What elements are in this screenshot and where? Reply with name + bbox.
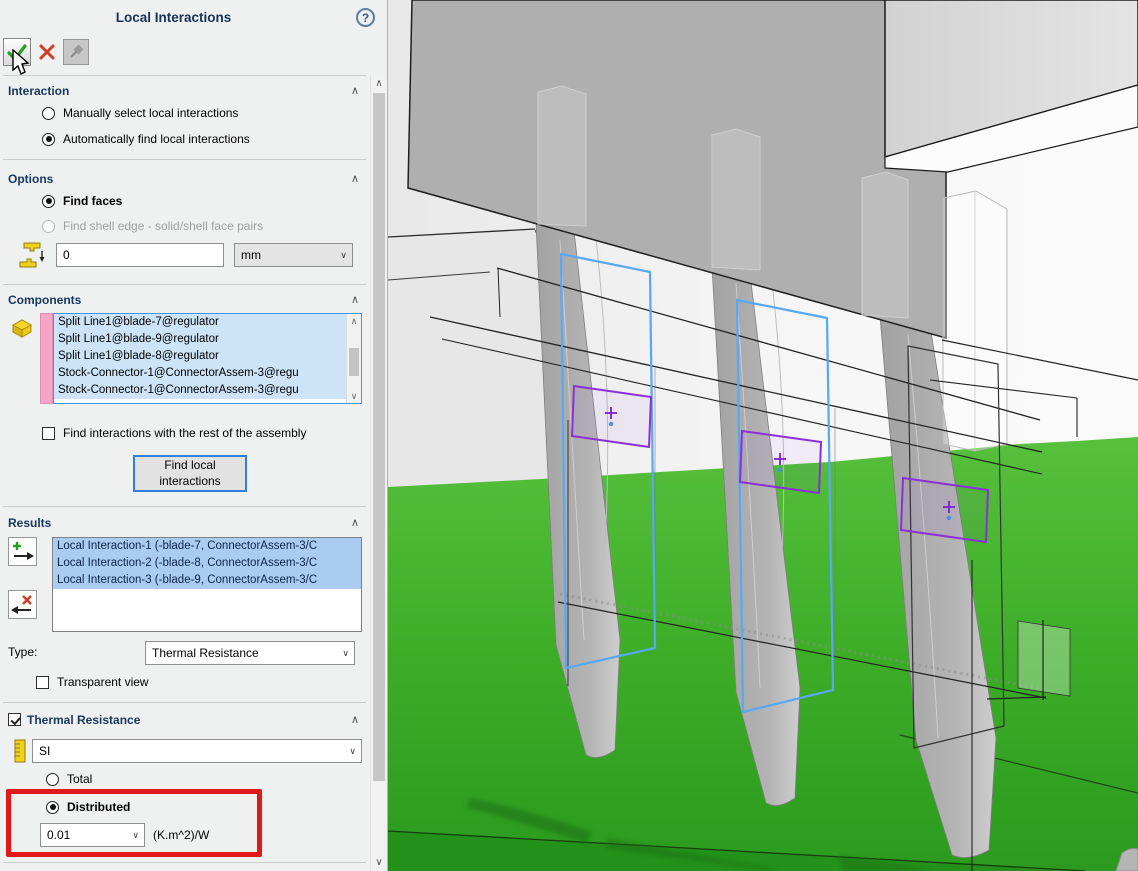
collapse-chevron-icon[interactable]: ∧: [351, 172, 359, 185]
radio-distributed[interactable]: Distributed: [46, 800, 130, 814]
radio-automatically-find[interactable]: Automatically find local interactions: [42, 132, 250, 146]
list-item[interactable]: Split Line1@blade-9@regulator: [54, 331, 361, 348]
radio-manually-select[interactable]: Manually select local interactions: [42, 106, 238, 120]
pin-icon: [67, 43, 85, 61]
cancel-button[interactable]: [37, 42, 57, 62]
local-interaction-marker-3[interactable]: [901, 478, 988, 542]
collapse-chevron-icon[interactable]: ∧: [351, 516, 359, 529]
checkbox-icon[interactable]: [36, 676, 49, 689]
radio-icon[interactable]: [46, 801, 59, 814]
list-item[interactable]: Split Line1@blade-8@regulator: [54, 348, 361, 365]
component-icon: [10, 316, 34, 345]
resistance-unit-label: (K.m^2)/W: [153, 828, 209, 842]
type-label: Type:: [8, 645, 37, 659]
marker-dot: [609, 422, 613, 426]
radio-icon[interactable]: [46, 773, 59, 786]
radio-total[interactable]: Total: [46, 772, 92, 786]
scroll-up-icon[interactable]: ∧: [371, 76, 387, 92]
listbox-scrollbar[interactable]: ∧ ∨: [346, 314, 361, 403]
marker-dot: [947, 516, 951, 520]
collapse-chevron-icon[interactable]: ∧: [351, 293, 359, 306]
components-listbox[interactable]: Split Line1@blade-7@regulator Split Line…: [53, 313, 362, 404]
panel-title: Local Interactions: [0, 10, 347, 25]
gap-value-input[interactable]: [56, 243, 224, 267]
list-item[interactable]: Local Interaction-3 (-blade-9, Connector…: [53, 572, 361, 589]
add-result-button[interactable]: [8, 537, 37, 566]
remove-result-button[interactable]: [8, 590, 37, 619]
check-icon: [5, 40, 29, 64]
radio-icon[interactable]: [42, 220, 55, 233]
ok-button[interactable]: [3, 38, 31, 66]
list-item[interactable]: Stock-Connector-1@ConnectorAssem-3@regu: [54, 365, 361, 382]
scroll-down-icon[interactable]: ∨: [347, 389, 361, 403]
list-item[interactable]: Split Line1@blade-7@regulator: [54, 314, 361, 331]
add-arrow-icon: [10, 539, 35, 564]
list-item[interactable]: Local Interaction-1 (-blade-7, Connector…: [53, 538, 361, 555]
find-local-interactions-button[interactable]: Find local interactions: [133, 455, 247, 492]
ruler-icon: [14, 739, 26, 768]
checkbox-transparent-view[interactable]: Transparent view: [36, 675, 149, 689]
chevron-down-icon: ∨: [349, 746, 356, 757]
chevron-down-icon: ∨: [342, 648, 349, 659]
divider: [3, 159, 366, 160]
remove-arrow-icon: [10, 592, 35, 617]
section-header-components[interactable]: Components ∧: [8, 292, 359, 307]
transparent-tower: [862, 172, 908, 318]
divider: [3, 284, 366, 285]
radio-icon[interactable]: [42, 107, 55, 120]
section-header-thermal-resistance[interactable]: Thermal Resistance ∧: [8, 712, 359, 727]
section-header-results[interactable]: Results ∧: [8, 515, 359, 530]
help-icon[interactable]: ?: [356, 8, 375, 27]
resistance-value-dropdown[interactable]: 0.01 ∨: [40, 823, 145, 847]
housing-end-pane: [1018, 621, 1070, 696]
panel-scrollbar[interactable]: ∧ ∨: [370, 76, 387, 871]
scroll-up-icon[interactable]: ∧: [347, 314, 361, 328]
divider: [3, 862, 366, 863]
transparent-tower: [538, 86, 586, 226]
type-dropdown[interactable]: Thermal Resistance ∨: [145, 641, 355, 665]
section-header-options[interactable]: Options ∧: [8, 171, 359, 186]
results-listbox[interactable]: Local Interaction-1 (-blade-7, Connector…: [52, 537, 362, 632]
list-item[interactable]: Stock-Connector-1@ConnectorAssem-3@regu: [54, 382, 361, 399]
unit-dropdown[interactable]: mm ∨: [234, 243, 353, 267]
radio-icon[interactable]: [42, 195, 55, 208]
scroll-thumb[interactable]: [373, 93, 385, 781]
radio-find-shell-edge[interactable]: Find shell edge - solid/shell face pairs: [42, 219, 263, 233]
list-item[interactable]: Local Interaction-2 (-blade-8, Connector…: [53, 555, 361, 572]
divider: [3, 75, 366, 76]
checkbox-icon[interactable]: [8, 713, 21, 726]
radio-icon[interactable]: [42, 133, 55, 146]
collapse-chevron-icon[interactable]: ∧: [351, 84, 359, 97]
divider: [3, 506, 366, 507]
selection-color-strip: [40, 313, 53, 404]
marker-dot: [778, 468, 782, 472]
pin-button[interactable]: [63, 39, 89, 65]
radio-find-faces[interactable]: Find faces: [42, 194, 122, 208]
transparent-tower: [712, 129, 760, 270]
unit-system-dropdown[interactable]: SI ∨: [32, 739, 362, 763]
chevron-down-icon: ∨: [340, 250, 347, 261]
local-interaction-marker-2[interactable]: [740, 431, 821, 493]
local-interaction-marker-1[interactable]: [572, 386, 651, 447]
3d-viewport[interactable]: [388, 0, 1138, 871]
scroll-thumb[interactable]: [349, 348, 359, 376]
checkbox-find-rest-of-assembly[interactable]: Find interactions with the rest of the a…: [42, 426, 306, 440]
scroll-down-icon[interactable]: ∨: [371, 855, 387, 871]
close-icon: [39, 44, 55, 60]
collapse-chevron-icon[interactable]: ∧: [351, 713, 359, 726]
divider: [3, 702, 366, 703]
chevron-down-icon: ∨: [132, 830, 139, 841]
gap-clearance-icon: [18, 241, 46, 274]
checkbox-icon[interactable]: [42, 427, 55, 440]
property-manager-panel: Local Interactions ? Interaction ∧ Manua…: [0, 0, 388, 871]
section-header-interaction[interactable]: Interaction ∧: [8, 83, 359, 98]
